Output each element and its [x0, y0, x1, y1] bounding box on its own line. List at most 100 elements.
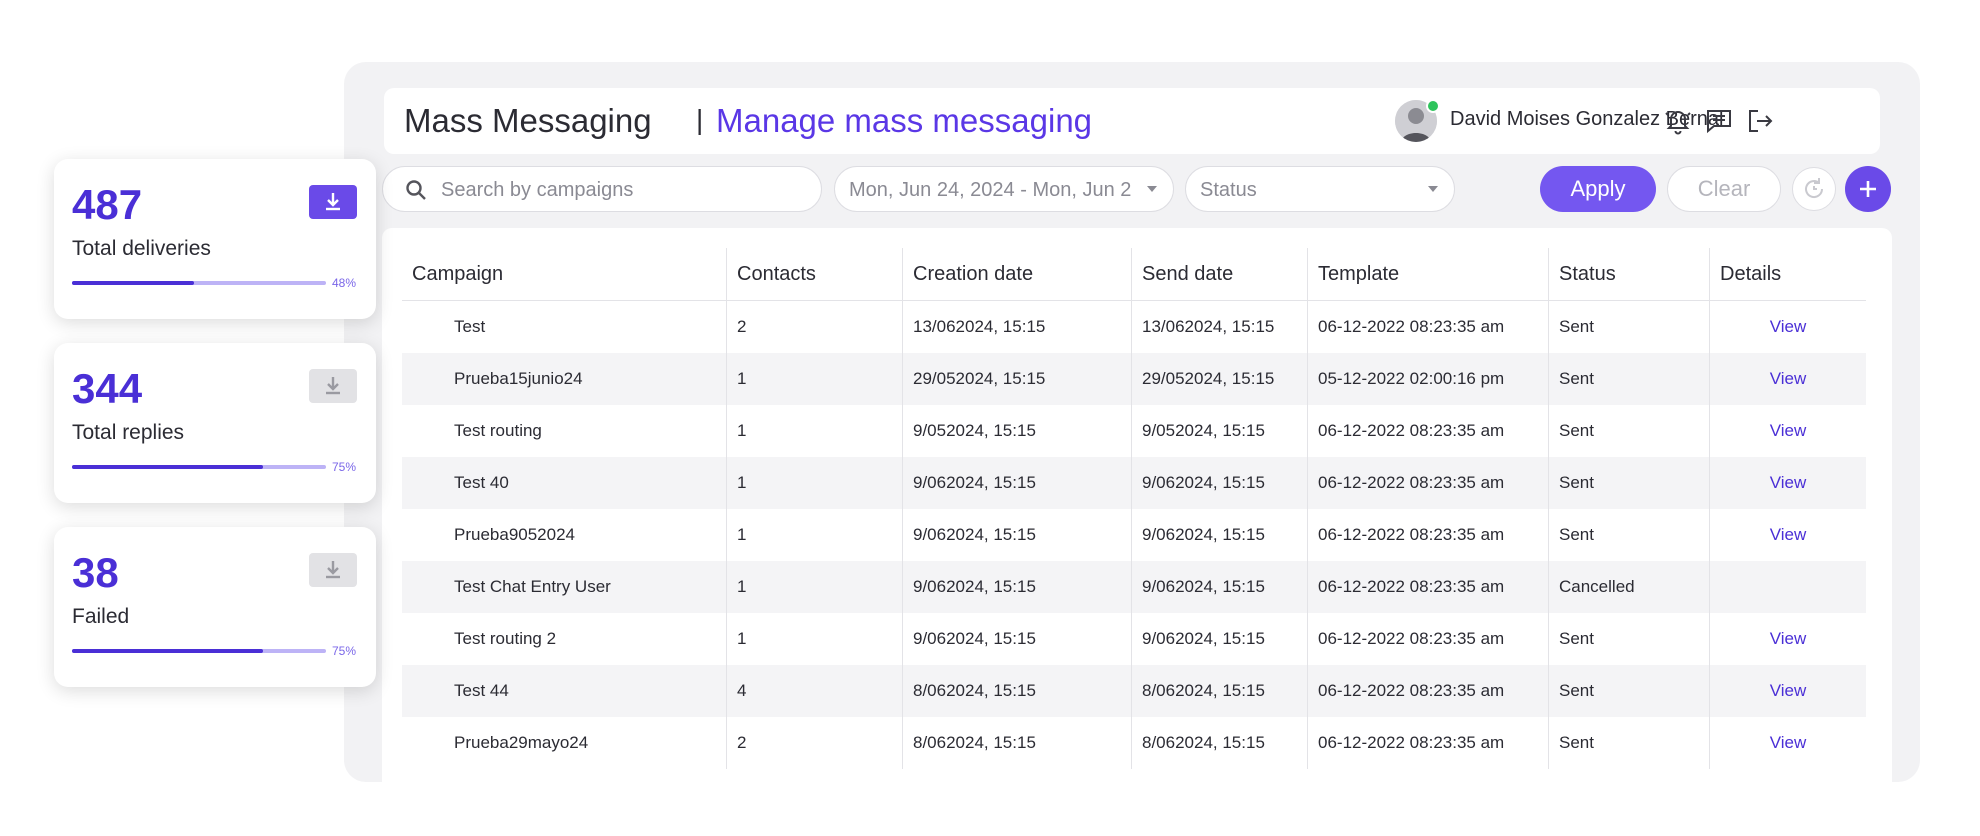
view-details-link[interactable]: View [1770, 369, 1807, 388]
stat-label: Failed [72, 605, 130, 628]
creation-date-cell: 9/062024, 15:15 [902, 509, 1132, 561]
details-cell: View [1709, 613, 1866, 665]
progress-fill [72, 465, 263, 469]
details-cell: View [1709, 300, 1866, 353]
download-button[interactable] [309, 369, 357, 403]
creation-date-cell: 9/052024, 15:15 [902, 405, 1132, 457]
progress-bar [72, 465, 326, 469]
column-header-campaign[interactable]: Campaign [402, 248, 727, 301]
table-row[interactable]: Prueba9052024 1 9/062024, 15:15 9/062024, 1… [402, 509, 1866, 561]
search-box [382, 166, 822, 212]
template-cell: 06-12-2022 08:23:35 am [1307, 509, 1549, 561]
status-cell: Sent [1548, 457, 1710, 509]
view-details-link[interactable]: View [1770, 421, 1807, 440]
table-header-row: Campaign Contacts Creation date Send dat… [402, 248, 1866, 301]
send-date-cell: 9/052024, 15:15 [1131, 405, 1308, 457]
details-cell [1709, 561, 1866, 613]
contacts-cell: 1 [726, 405, 903, 457]
logout-icon[interactable] [1746, 107, 1774, 135]
status-select[interactable]: Status [1185, 166, 1455, 212]
column-header-creation-date[interactable]: Creation date [902, 248, 1132, 301]
download-button[interactable] [309, 553, 357, 587]
apply-button[interactable]: Apply [1540, 166, 1656, 212]
campaign-cell: Test routing 2 [454, 629, 557, 648]
status-cell: Sent [1548, 665, 1710, 717]
clear-button[interactable]: Clear [1667, 166, 1781, 212]
progress-percent: 75% [332, 460, 357, 474]
add-campaign-button[interactable] [1845, 166, 1891, 212]
creation-date-cell: 9/062024, 15:15 [902, 457, 1132, 509]
status-cell: Sent [1548, 353, 1710, 405]
campaign-cell: Test Chat Entry User [402, 561, 727, 613]
contacts-cell: 1 [726, 561, 903, 613]
bell-icon[interactable] [1664, 107, 1692, 135]
view-details-link[interactable]: View [1770, 473, 1807, 492]
column-header-status[interactable]: Status [1548, 248, 1710, 301]
details-cell: View [1709, 353, 1866, 405]
send-date-cell: 13/062024, 15:15 [1131, 300, 1308, 353]
table-row[interactable]: Test 2 13/062024, 15:15 13/062024, 15:15 06-… [402, 300, 1866, 353]
details-cell: View [1709, 717, 1866, 769]
search-input[interactable] [439, 175, 813, 205]
template-cell: 05-12-2022 02:00:16 pm [1307, 353, 1549, 405]
table-row[interactable]: Test routing 1 9/052024, 15:15 9/052024, 15… [402, 405, 1866, 457]
download-button[interactable] [309, 185, 357, 219]
send-date-cell: 9/062024, 15:15 [1131, 613, 1308, 665]
view-details-link[interactable]: View [1770, 733, 1807, 752]
column-header-details[interactable]: Details [1709, 248, 1866, 301]
contacts-cell: 1 [726, 613, 903, 665]
table-row[interactable]: Test 44 4 8/062024, 15:15 8/062024, 15:15 06… [402, 665, 1866, 717]
progress-percent: 48% [332, 276, 357, 290]
online-status-dot [1426, 99, 1440, 113]
details-cell: View [1709, 457, 1866, 509]
status-cell: Sent [1548, 717, 1710, 769]
table-row[interactable]: Test routing 2 1 9/062024, 15:15 9/062024, … [402, 613, 1866, 665]
campaign-cell: Test routing [454, 421, 542, 440]
view-details-link[interactable]: View [1770, 317, 1807, 336]
page-subtitle: Manage mass messaging [716, 102, 1093, 139]
title-separator: | [696, 104, 704, 135]
contacts-cell: 1 [726, 353, 903, 405]
progress-bar [72, 649, 326, 653]
view-details-link[interactable]: View [1770, 629, 1807, 648]
status-placeholder: Status [1200, 179, 1257, 201]
status-cell: Sent [1548, 613, 1710, 665]
progress-bar [72, 281, 326, 285]
stat-label: Total deliveries [72, 237, 211, 260]
refresh-button[interactable] [1792, 167, 1836, 211]
template-cell: 06-12-2022 08:23:35 am [1307, 613, 1549, 665]
table-row[interactable]: Prueba15junio24 1 29/052024, 15:15 29/05202… [402, 353, 1866, 405]
campaigns-table-card: Campaign Contacts Creation date Send dat… [382, 228, 1892, 782]
app-frame: Mass Messaging | Manage mass messaging D… [344, 62, 1920, 782]
creation-date-cell: 8/062024, 15:15 [902, 717, 1132, 769]
chevron-down-icon [1428, 186, 1438, 192]
table-row[interactable]: Prueba29mayo24 2 8/062024, 15:15 8/062024, … [402, 717, 1866, 769]
campaign-cell: Test [454, 317, 486, 336]
details-cell: View [1709, 405, 1866, 457]
table-row[interactable]: Test 40 1 9/062024, 15:15 9/062024, 15:15 06… [402, 457, 1866, 509]
column-header-template[interactable]: Template [1307, 248, 1549, 301]
column-header-contacts[interactable]: Contacts [726, 248, 903, 301]
creation-date-cell: 9/062024, 15:15 [902, 561, 1132, 613]
table-row[interactable]: Test Chat Entry User 1 9/062024, 15:15 9/06… [402, 561, 1866, 613]
stat-value: 38 [72, 549, 119, 596]
campaigns-table: Campaign Contacts Creation date Send dat… [402, 248, 1866, 769]
view-details-link[interactable]: View [1770, 681, 1807, 700]
date-range-select[interactable]: Mon, Jun 24, 2024 - Mon, Jun 2 [834, 166, 1174, 212]
contacts-cell: 1 [726, 509, 903, 561]
column-header-send-date[interactable]: Send date [1131, 248, 1308, 301]
campaign-cell: Prueba15junio24 [402, 353, 727, 405]
filter-toolbar: Mon, Jun 24, 2024 - Mon, Jun 2 Status Ap… [382, 166, 1891, 216]
stat-value: 344 [72, 365, 143, 412]
send-date-cell: 8/062024, 15:15 [1131, 717, 1308, 769]
plus-icon [1860, 181, 1876, 197]
creation-date-cell: 13/062024, 15:15 [902, 300, 1132, 353]
chat-icon[interactable] [1705, 107, 1733, 135]
contacts-cell: 2 [726, 300, 903, 353]
download-icon [326, 377, 340, 395]
template-cell: 06-12-2022 08:23:35 am [1307, 405, 1549, 457]
status-cell: Sent [1548, 300, 1710, 353]
campaign-cell: Prueba29mayo24 [454, 733, 589, 752]
date-range-value: Mon, Jun 24, 2024 - Mon, Jun 2 [849, 179, 1132, 201]
view-details-link[interactable]: View [1770, 525, 1807, 544]
